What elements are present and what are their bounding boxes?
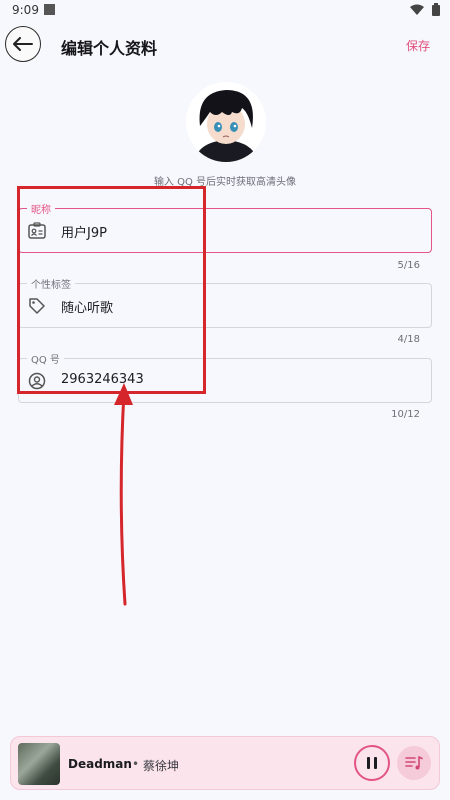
avatar[interactable] — [186, 82, 266, 162]
page-title: 编辑个人资料 — [61, 39, 158, 58]
song-artist: 蔡徐坤 — [143, 759, 180, 773]
pause-button[interactable] — [354, 745, 390, 781]
song-separator: • — [132, 757, 140, 771]
back-button[interactable] — [5, 26, 41, 62]
song-title: Deadman — [68, 757, 132, 771]
status-bar: 9:09 — [0, 0, 450, 20]
avatar-image — [186, 82, 266, 162]
notification-icon — [44, 4, 55, 15]
save-button[interactable]: 保存 — [406, 37, 430, 54]
annotation-highlight-box — [17, 186, 206, 394]
mini-player[interactable]: Deadman • 蔡徐坤 — [10, 736, 440, 790]
pause-icon — [367, 757, 377, 769]
signature-tag-counter: 4/18 — [397, 334, 420, 345]
playlist-icon — [405, 756, 423, 770]
wifi-icon — [410, 4, 424, 15]
app-bar: 编辑个人资料 保存 — [0, 20, 450, 70]
nickname-counter: 5/16 — [397, 260, 420, 271]
album-art[interactable] — [18, 743, 60, 785]
status-time: 9:09 — [12, 3, 39, 17]
playlist-button[interactable] — [397, 746, 431, 780]
qq-number-counter: 10/12 — [391, 409, 420, 420]
battery-icon — [432, 3, 440, 16]
arrow-left-icon — [13, 37, 33, 51]
